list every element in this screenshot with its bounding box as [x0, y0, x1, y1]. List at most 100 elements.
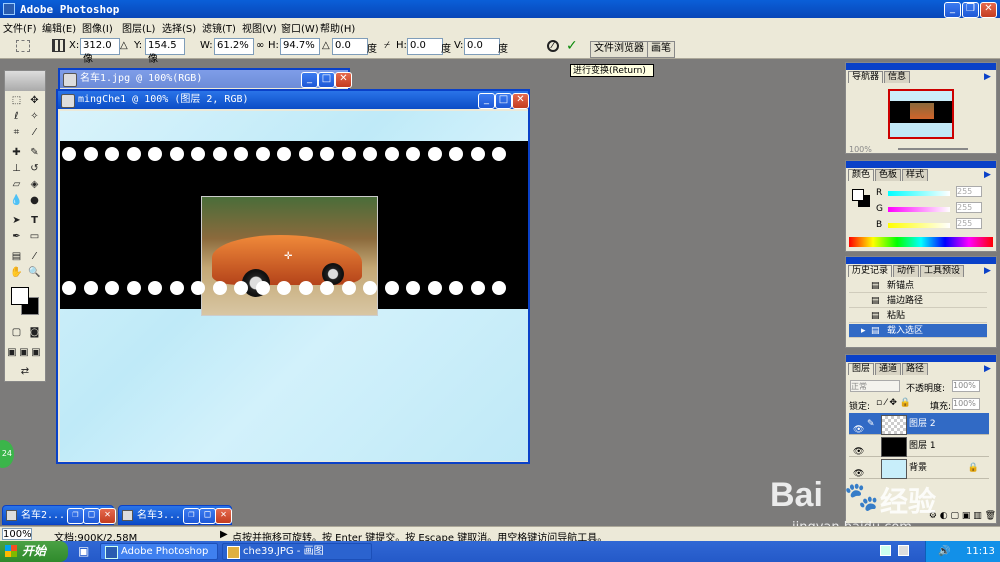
close-button[interactable]: ✕: [980, 2, 997, 18]
tab-paths[interactable]: 路径: [902, 363, 929, 375]
check-icon[interactable]: ✓: [566, 38, 581, 54]
color-spectrum-bar[interactable]: [849, 237, 993, 247]
volume-icon[interactable]: 🔊: [938, 541, 950, 562]
monitor-icon[interactable]: [898, 545, 909, 556]
minimized-window-1[interactable]: 名车2... ❐ □ ✕: [2, 505, 116, 525]
palette-menu-icon[interactable]: ▶: [984, 266, 991, 276]
doc-minimize-button[interactable]: _: [478, 93, 495, 109]
pen-tool-icon[interactable]: ✒: [8, 229, 25, 244]
tab-actions[interactable]: 动作: [893, 265, 920, 277]
bucket-tool-icon[interactable]: ◈: [26, 177, 43, 192]
quickmask-off-icon[interactable]: ▢: [8, 325, 25, 340]
magic-wand-icon[interactable]: ✧: [26, 109, 43, 124]
color-fg-swatch[interactable]: [852, 189, 864, 201]
fill-field[interactable]: 100%: [952, 398, 980, 410]
g-field[interactable]: 255: [956, 202, 982, 213]
hand-tool-icon[interactable]: ✋: [8, 265, 25, 280]
doc-close-button[interactable]: ✕: [512, 93, 529, 109]
g-slider[interactable]: [888, 207, 950, 212]
history-item[interactable]: ▤ 粘贴: [849, 309, 987, 323]
tab-channels[interactable]: 通道: [875, 363, 902, 375]
marquee-tool-icon[interactable]: ⬚: [8, 93, 25, 108]
close-button[interactable]: ✕: [99, 508, 116, 524]
x-field[interactable]: 312.0 像: [80, 38, 120, 65]
y-field[interactable]: 154.5 像: [145, 38, 185, 65]
opacity-field[interactable]: 100%: [952, 380, 980, 392]
palette-menu-icon[interactable]: ▶: [984, 364, 991, 374]
menu-filter[interactable]: 滤镜(T): [202, 20, 236, 35]
notes-tool-icon[interactable]: ▤: [8, 249, 25, 264]
tab-history[interactable]: 历史记录: [848, 265, 893, 277]
doc-minimize-button[interactable]: _: [301, 72, 318, 88]
lock-icons[interactable]: ▫ ⁄ ✥ 🔒: [876, 398, 911, 408]
w-field[interactable]: 61.2%: [214, 38, 254, 55]
blend-mode-select[interactable]: 正常: [850, 380, 900, 392]
brush-link-icon[interactable]: ✎: [867, 413, 875, 435]
tab-brushes[interactable]: 画笔: [647, 41, 675, 58]
tab-navigator[interactable]: 导航器: [848, 71, 884, 83]
document-window-front[interactable]: mingChe1 @ 100% (图层 2, RGB) _ □ ✕ ✛: [56, 89, 530, 464]
b-slider[interactable]: [888, 223, 950, 228]
close-button[interactable]: ✕: [215, 508, 232, 524]
screen-mode-2-icon[interactable]: ▣: [18, 345, 30, 360]
minimize-button[interactable]: _: [944, 2, 961, 18]
r-field[interactable]: 255: [956, 186, 982, 197]
tab-styles[interactable]: 样式: [902, 169, 929, 181]
blur-tool-icon[interactable]: 💧: [8, 193, 25, 208]
menu-view[interactable]: 视图(V): [242, 20, 277, 35]
layer-row[interactable]: 👁 背景 🔒: [849, 457, 989, 479]
car-photo-layer[interactable]: ✛: [201, 196, 378, 316]
move-tool-icon[interactable]: ✥: [26, 93, 43, 108]
screen-mode-1-icon[interactable]: ▣: [6, 345, 18, 360]
restore-button[interactable]: ❐: [67, 508, 84, 524]
status-arrow-icon[interactable]: ▶: [220, 529, 228, 540]
menu-help[interactable]: 帮助(H): [320, 20, 355, 35]
tab-file-browser[interactable]: 文件浏览器: [590, 41, 648, 58]
foreground-color-swatch[interactable]: [11, 287, 29, 305]
tab-color[interactable]: 颜色: [848, 169, 875, 181]
b-field[interactable]: 255: [956, 218, 982, 229]
floating-badge[interactable]: 24: [0, 440, 14, 468]
menu-layer[interactable]: 图层(L): [122, 20, 155, 35]
history-brush-icon[interactable]: ↺: [26, 161, 43, 176]
doc-close-button[interactable]: ✕: [335, 72, 352, 88]
layer-row[interactable]: 👁 图层 1: [849, 435, 989, 457]
cancel-icon[interactable]: ⁄: [547, 40, 559, 52]
start-button[interactable]: 开始: [0, 541, 68, 562]
eraser-tool-icon[interactable]: ▱: [8, 177, 25, 192]
zoom-tool-icon[interactable]: 🔍: [26, 265, 43, 280]
link-icon[interactable]: ∞: [256, 40, 264, 51]
rotate-field[interactable]: 0.0: [332, 38, 368, 55]
brush-tool-icon[interactable]: ✎: [26, 145, 43, 160]
menu-window[interactable]: 窗口(W): [281, 20, 319, 35]
language-bar-icon[interactable]: [880, 545, 891, 556]
doc-maximize-button[interactable]: □: [495, 93, 512, 109]
slice-tool-icon[interactable]: ⁄: [26, 125, 43, 140]
eyedropper-icon[interactable]: ⁄: [26, 249, 43, 264]
h-field[interactable]: 94.7%: [280, 38, 320, 55]
document-title-bar[interactable]: mingChe1 @ 100% (图层 2, RGB): [58, 91, 528, 109]
dodge-tool-icon[interactable]: ●: [26, 193, 43, 208]
maximize-button[interactable]: □: [199, 508, 216, 524]
palette-menu-icon[interactable]: ▶: [984, 72, 991, 82]
hskew-field[interactable]: 0.0: [407, 38, 443, 55]
reference-point-icon[interactable]: [52, 39, 65, 52]
tab-swatches[interactable]: 色板: [875, 169, 902, 181]
status-zoom[interactable]: 100%: [2, 528, 32, 540]
tab-tool-presets[interactable]: 工具预设: [920, 265, 965, 277]
screen-mode-3-icon[interactable]: ▣: [30, 345, 42, 360]
minimized-window-2[interactable]: 名车3... ❐ □ ✕: [118, 505, 232, 525]
transform-center-icon[interactable]: ✛: [284, 251, 292, 262]
navigator-zoom[interactable]: 100%: [849, 145, 872, 154]
history-item-selected[interactable]: ▸ ▤ 载入选区: [849, 324, 987, 338]
quickmask-on-icon[interactable]: ◙: [26, 325, 43, 340]
palette-menu-icon[interactable]: ▶: [984, 170, 991, 180]
menu-select[interactable]: 选择(S): [162, 20, 196, 35]
quicklaunch-icon[interactable]: ▣: [78, 544, 89, 558]
history-item[interactable]: ▤ 描边路径: [849, 294, 987, 308]
healing-brush-icon[interactable]: ✚: [8, 145, 25, 160]
layer-row-selected[interactable]: 👁 ✎ 图层 2: [849, 413, 989, 435]
menu-file[interactable]: 文件(F): [3, 20, 37, 35]
tab-layers[interactable]: 图层: [848, 363, 875, 375]
taskbar-item-photoshop[interactable]: Adobe Photoshop: [100, 543, 218, 560]
